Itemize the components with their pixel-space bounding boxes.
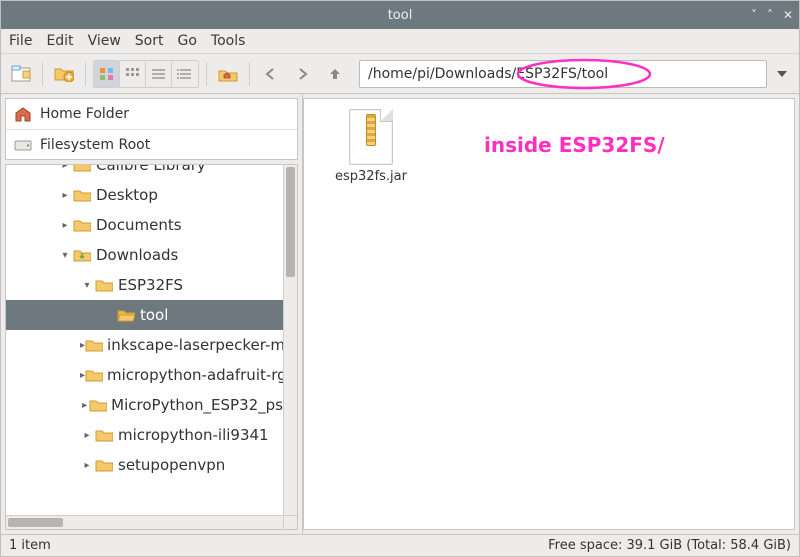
view-compact-button[interactable] <box>120 61 146 87</box>
close-icon[interactable]: ✕ <box>783 8 793 22</box>
archive-icon <box>349 109 393 165</box>
folder-icon <box>116 308 136 322</box>
toolbar: /home/pi/Downloads/ESP32FS/tool <box>1 54 799 94</box>
maximize-icon[interactable]: ˄ <box>767 8 773 22</box>
path-input[interactable]: /home/pi/Downloads/ESP32FS/tool <box>359 60 767 88</box>
tree-row-label: ESP32FS <box>118 276 183 294</box>
folder-icon <box>89 398 107 412</box>
view-detail-button[interactable] <box>172 61 198 87</box>
folder-icon <box>85 368 103 382</box>
places-panel: Home Folder Filesystem Root <box>5 98 298 160</box>
view-mode-group <box>93 60 199 88</box>
tree-row-desktop[interactable]: ▸ Desktop <box>6 180 283 210</box>
new-folder-button[interactable] <box>50 60 78 88</box>
tree-row-downloads[interactable]: ▾ Downloads <box>6 240 283 270</box>
annotation-text: inside ESP32FS/ <box>484 133 665 157</box>
view-icons-button[interactable] <box>94 61 120 87</box>
toolbar-separator <box>249 62 250 86</box>
horizontal-scrollbar[interactable] <box>6 515 283 529</box>
menu-go[interactable]: Go <box>178 33 197 49</box>
expander-icon[interactable]: ▸ <box>80 400 89 411</box>
menu-tools[interactable]: Tools <box>211 33 246 49</box>
scrollbar-thumb[interactable] <box>286 167 295 277</box>
folder-tree: ▸ Calibre Library ▸ Desktop ▸ Documents ▾ Downl… <box>5 164 298 530</box>
tree-row-label: Calibre Library <box>96 164 206 174</box>
tree-row-label: tool <box>140 306 168 324</box>
minimize-icon[interactable]: ˅ <box>751 8 757 22</box>
menubar: File Edit View Sort Go Tools <box>1 29 799 54</box>
tree-row-esp32fs[interactable]: ▾ ESP32FS <box>6 270 283 300</box>
tree-row-inkscape-laserpecker-m[interactable]: ▸inkscape-laserpecker-m <box>6 330 283 360</box>
expander-icon[interactable]: ▸ <box>58 164 72 171</box>
place-filesystem-root[interactable]: Filesystem Root <box>6 129 297 159</box>
folder-icon <box>72 218 92 232</box>
path-dropdown-button[interactable] <box>771 60 793 88</box>
titlebar[interactable]: tool ˅ ˄ ✕ <box>1 1 799 29</box>
toolbar-separator <box>85 62 86 86</box>
place-label: Home Folder <box>40 106 129 122</box>
tree-row-label: inkscape-laserpecker-m <box>107 336 283 354</box>
status-free-space: Free space: 39.1 GiB (Total: 58.4 GiB) <box>548 538 791 553</box>
scrollbar-thumb[interactable] <box>8 518 63 527</box>
tree-row-label: micropython-adafruit-rg <box>107 366 283 384</box>
back-button[interactable] <box>257 60 285 88</box>
tree-row-documents[interactable]: ▸ Documents <box>6 210 283 240</box>
menu-file[interactable]: File <box>9 33 32 49</box>
file-name: esp32fs.jar <box>326 169 416 184</box>
folder-icon <box>72 248 92 262</box>
folder-icon <box>85 338 103 352</box>
tree-row-micropython-esp32-ps[interactable]: ▸ MicroPython_ESP32_ps <box>6 390 283 420</box>
expander-icon[interactable]: ▸ <box>58 190 72 201</box>
tree-row-label: Desktop <box>96 186 158 204</box>
tree-row-calibre-library[interactable]: ▸ Calibre Library <box>6 164 283 180</box>
tree-row-label: Documents <box>96 216 182 234</box>
new-tab-button[interactable] <box>7 60 35 88</box>
expander-icon[interactable]: ▾ <box>80 280 94 291</box>
folder-icon <box>72 164 92 172</box>
up-button[interactable] <box>321 60 349 88</box>
home-button[interactable] <box>214 60 242 88</box>
expander-icon[interactable]: ▾ <box>58 250 72 261</box>
menu-sort[interactable]: Sort <box>135 33 164 49</box>
view-list-button[interactable] <box>146 61 172 87</box>
folder-icon <box>94 428 114 442</box>
menu-edit[interactable]: Edit <box>46 33 73 49</box>
folder-icon <box>94 458 114 472</box>
vertical-scrollbar[interactable] <box>283 165 297 515</box>
disk-icon <box>14 138 32 152</box>
sidebar: Home Folder Filesystem Root ▸ Calibre Lib… <box>1 94 303 534</box>
tree-row-label: Downloads <box>96 246 178 264</box>
place-home[interactable]: Home Folder <box>6 99 297 129</box>
folder-icon <box>72 188 92 202</box>
folder-icon <box>94 278 114 292</box>
expander-icon[interactable]: ▸ <box>80 460 94 471</box>
forward-button[interactable] <box>289 60 317 88</box>
tree-row-label: setupopenvpn <box>118 456 225 474</box>
toolbar-separator <box>206 62 207 86</box>
tree-row-setupopenvpn[interactable]: ▸ setupopenvpn <box>6 450 283 480</box>
expander-icon[interactable]: ▸ <box>80 430 94 441</box>
file-view[interactable]: esp32fs.jar inside ESP32FS/ <box>303 98 795 530</box>
menu-view[interactable]: View <box>88 33 121 49</box>
scrollbar-corner <box>283 515 297 529</box>
tree-row-label: MicroPython_ESP32_ps <box>111 396 283 414</box>
tree-row-label: micropython-ili9341 <box>118 426 269 444</box>
expander-icon[interactable]: ▸ <box>58 220 72 231</box>
file-manager-window: tool ˅ ˄ ✕ File Edit View Sort Go Tools <box>0 0 800 557</box>
file-item[interactable]: esp32fs.jar <box>326 109 416 184</box>
status-item-count: 1 item <box>9 538 51 553</box>
tree-row-micropython-ili9341[interactable]: ▸ micropython-ili9341 <box>6 420 283 450</box>
statusbar: 1 item Free space: 39.1 GiB (Total: 58.4… <box>1 534 799 556</box>
tree-row-micropython-adafruit-rg[interactable]: ▸micropython-adafruit-rg <box>6 360 283 390</box>
window-title: tool <box>1 8 799 23</box>
toolbar-separator <box>42 62 43 86</box>
place-label: Filesystem Root <box>40 137 150 153</box>
home-icon <box>14 106 32 122</box>
path-text: /home/pi/Downloads/ESP32FS/tool <box>368 66 608 82</box>
tree-row-tool[interactable]: tool <box>6 300 283 330</box>
